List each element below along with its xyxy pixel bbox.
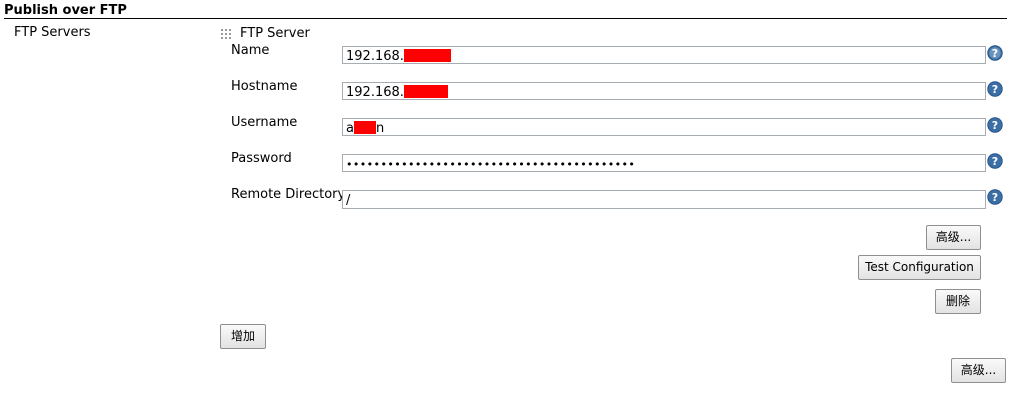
server-advanced-button[interactable]: 高级... — [926, 225, 981, 250]
svg-text:?: ? — [992, 155, 998, 168]
help-icon[interactable]: ? — [987, 45, 1003, 61]
remote-directory-field[interactable]: / — [342, 190, 986, 209]
username-value-start: a — [346, 121, 354, 136]
delete-server-button[interactable]: 删除 — [935, 289, 981, 314]
ftp-server-title: FTP Server — [240, 26, 310, 41]
section-header: Publish over FTP — [4, 3, 127, 18]
remote-directory-label: Remote Directory — [231, 187, 346, 202]
help-icon[interactable]: ? — [987, 189, 1003, 205]
name-value: 192.168. — [346, 49, 404, 64]
help-icon[interactable]: ? — [987, 153, 1003, 169]
username-label: Username — [231, 115, 298, 130]
username-value-end: n — [375, 121, 385, 136]
hostname-field[interactable]: 192.168. — [342, 82, 986, 100]
svg-text:?: ? — [992, 83, 998, 96]
svg-text:?: ? — [992, 191, 998, 204]
add-server-button[interactable]: 增加 — [220, 324, 266, 349]
hostname-value: 192.168. — [346, 85, 404, 100]
test-configuration-button[interactable]: Test Configuration — [858, 255, 981, 280]
redaction-mark — [353, 121, 376, 134]
drag-handle-icon[interactable] — [221, 29, 231, 39]
name-field[interactable]: 192.168. — [342, 46, 986, 64]
help-icon[interactable]: ? — [987, 81, 1003, 97]
redaction-mark — [403, 49, 451, 62]
name-label: Name — [231, 43, 270, 58]
redaction-mark — [403, 85, 448, 98]
username-field[interactable]: an — [342, 118, 986, 136]
remote-directory-value: / — [346, 193, 351, 208]
password-field[interactable]: ••••••••••••••••••••••••••••••••••••••••… — [342, 154, 986, 172]
ftp-servers-label: FTP Servers — [14, 25, 91, 40]
password-value: ••••••••••••••••••••••••••••••••••••••••… — [346, 158, 636, 171]
section-advanced-button[interactable]: 高级... — [951, 358, 1006, 383]
svg-text:?: ? — [992, 119, 998, 132]
svg-text:?: ? — [992, 47, 998, 60]
section-divider — [4, 18, 1007, 19]
password-label: Password — [231, 151, 292, 166]
hostname-label: Hostname — [231, 79, 298, 94]
help-icon[interactable]: ? — [987, 117, 1003, 133]
